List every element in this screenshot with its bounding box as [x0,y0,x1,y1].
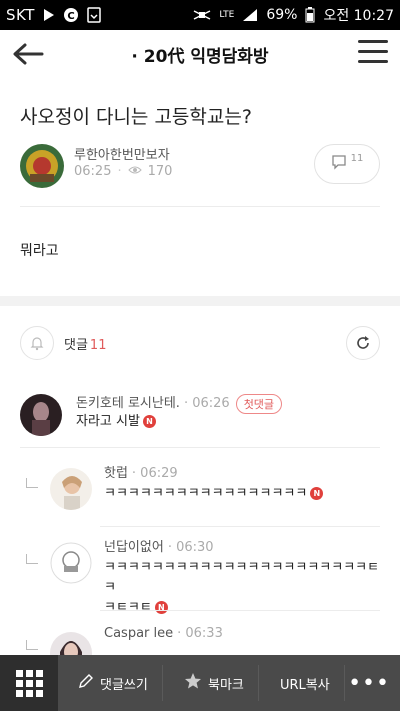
post-body: 뭐라고 [20,243,59,259]
first-comment-badge: 첫댓글 [235,393,283,414]
divider [162,665,163,701]
more-options-button[interactable]: ••• [348,655,390,711]
bell-icon[interactable] [20,326,54,360]
app-header: · 20代 익명담화방 [0,30,400,78]
apps-grid-button[interactable] [0,655,58,711]
mute-icon [193,8,211,22]
refresh-icon[interactable] [346,326,380,360]
reply-arrow-icon [26,478,38,488]
comments-title: 댓글 [64,338,88,353]
reply-item: 핫럽 · 06:29 ㅋㅋㅋㅋㅋㅋㅋㅋㅋㅋㅋㅋㅋㅋㅋㅋㅋ N [0,456,400,526]
post-time: 06:25 [74,164,112,179]
hamburger-menu-icon[interactable] [358,40,388,68]
new-badge: N [154,601,168,614]
author-name[interactable]: 루한아한번만보자 [74,144,170,163]
play-icon [43,8,55,22]
carrier-label: SKT [6,6,35,24]
comment-time: · 06:29 [131,466,178,481]
star-icon [184,672,202,694]
page-title: · 20代 익명담화방 [131,46,269,67]
reply-arrow-icon [26,640,38,650]
commenter-name[interactable]: 핫럽 · 06:29 [104,462,178,481]
new-badge: N [310,487,324,500]
comment-count-button[interactable]: 11 [314,144,380,184]
comment-text-content: 자라고 시발 [76,414,140,429]
commenter-name[interactable]: 넌답이없어 · 06:30 [104,536,214,555]
write-comment-label: 댓글쓰기 [100,677,148,693]
speech-bubble-icon [331,154,347,174]
divider [20,447,380,448]
write-comment-button[interactable]: 댓글쓰기 [78,655,148,711]
divider [344,665,345,701]
reply-arrow-icon [26,554,38,564]
comment-text: 자라고 시발 N [76,412,156,432]
status-bar: SKT C LTE 69% 오전 10:27 [0,0,400,30]
post-card: 사오정이 다니는 고등학교는? 루한아한번만보자 06:25 · 170 11 … [0,80,400,296]
network-label: LTE [219,10,235,20]
more-icon: ••• [348,670,390,696]
commenter-avatar[interactable] [20,394,62,436]
commenter-name-text: 넌답이없어 [104,540,164,555]
svg-text:C: C [67,11,74,22]
battery-icon [305,7,315,23]
comment-text: ㅋㅋㅋㅋㅋㅋㅋㅋㅋㅋㅋㅋㅋㅋㅋㅋㅋ N [104,484,324,504]
bookmark-button[interactable]: 북마크 [184,655,244,711]
reply-item: Caspar lee · 06:33 [0,616,400,656]
view-count: 170 [147,164,173,179]
new-badge: N [142,415,156,428]
post-title: 사오정이 다니는 고등학교는? [20,106,252,128]
commenter-name-text: 돈키호테 로시난테. [76,396,180,411]
commenter-name[interactable]: Caspar lee · 06:33 [104,626,223,641]
comment-text-content-2: ㅋㅌㅋㅌ [104,600,152,615]
section-gap [0,296,400,306]
download-icon [87,7,101,23]
grid-icon [15,669,43,697]
comment-text: ㅋㅋㅋㅋㅋㅋㅋㅋㅋㅋㅋㅋㅋㅋㅋㅋㅋㅋㅋㅋㅋㅋㅌㅋ ㅋㅌㅋㅌ N [104,558,384,618]
author-avatar[interactable] [20,144,64,188]
battery-label: 69% [266,7,298,23]
commenter-avatar[interactable] [50,632,92,656]
comment-time: · 06:26 [183,396,230,411]
clock-label: 오전 10:27 [323,8,394,24]
commenter-avatar[interactable] [50,468,92,510]
comment-text-content: ㅋㅋㅋㅋㅋㅋㅋㅋㅋㅋㅋㅋㅋㅋㅋㅋㅋ [104,486,308,501]
comment-item: 돈키호테 로시난테. · 06:26 첫댓글 자라고 시발 N [0,384,400,444]
bottom-toolbar: 댓글쓰기 북마크 URL복사 ••• [0,655,400,711]
url-copy-button[interactable]: URL복사 [280,655,330,711]
comments-count: 11 [89,338,107,353]
divider [100,526,380,527]
divider [100,610,380,611]
commenter-avatar[interactable] [50,542,92,584]
url-copy-label: URL복사 [280,677,330,693]
c-icon: C [63,7,79,23]
pencil-icon [78,673,94,693]
divider [258,665,259,701]
comment-time: · 06:33 [177,626,223,641]
reply-item: 넌답이없어 · 06:30 ㅋㅋㅋㅋㅋㅋㅋㅋㅋㅋㅋㅋㅋㅋㅋㅋㅋㅋㅋㅋㅋㅋㅌㅋ ㅋㅌ… [0,530,400,615]
divider [20,206,380,207]
bookmark-label: 북마크 [208,677,244,693]
comment-count: 11 [350,152,364,164]
comments-header: 댓글 11 [0,306,400,378]
commenter-name-text: Caspar lee [104,626,174,641]
comment-text-content: ㅋㅋㅋㅋㅋㅋㅋㅋㅋㅋㅋㅋㅋㅋㅋㅋㅋㅋㅋㅋㅋㅋㅌㅋ [104,560,380,595]
comments-label: 댓글 11 [64,334,106,353]
post-meta: 06:25 · 170 [74,164,173,179]
eye-icon [127,164,142,179]
commenter-name-text: 핫럽 [104,466,128,481]
signal-icon [242,8,258,22]
commenter-name[interactable]: 돈키호테 로시난테. · 06:26 첫댓글 [76,392,283,414]
comment-time: · 06:30 [167,540,214,555]
